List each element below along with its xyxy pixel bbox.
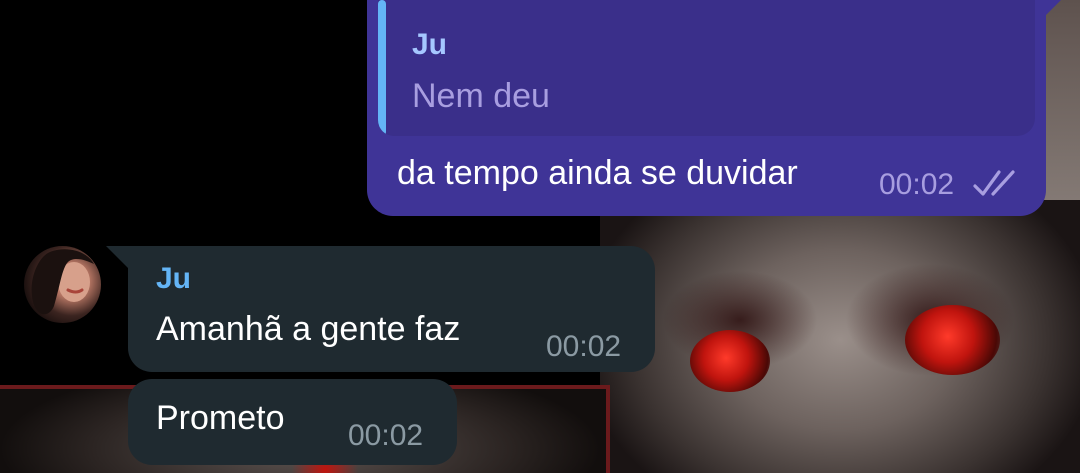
reply-quote[interactable]: Ju Nem deu <box>378 0 1035 136</box>
incoming-bubble-tail <box>106 246 128 268</box>
reply-sender-name: Ju <box>412 28 448 61</box>
incoming-sender-name[interactable]: Ju <box>156 262 191 296</box>
wallpaper-cat-face <box>600 200 1080 473</box>
incoming-message-bubble[interactable]: Prometo 00:02 <box>128 379 457 465</box>
reply-quote-bar <box>378 0 386 136</box>
incoming-message-time: 00:02 <box>348 419 424 452</box>
wallpaper-cat-eye-left <box>690 330 770 392</box>
avatar[interactable] <box>24 246 101 323</box>
incoming-message-time: 00:02 <box>546 330 622 363</box>
outgoing-message-text: da tempo ainda se duvidar <box>397 154 798 192</box>
avatar-portrait <box>31 249 94 315</box>
reply-quoted-text: Nem deu <box>412 77 550 115</box>
incoming-message-bubble[interactable]: Ju Amanhã a gente faz 00:02 <box>106 246 655 372</box>
outgoing-message-time: 00:02 <box>879 168 955 201</box>
double-check-icon <box>973 170 1015 196</box>
incoming-message-text: Amanhã a gente faz <box>156 310 461 348</box>
outgoing-message-bubble[interactable]: Ju Nem deu da tempo ainda se duvidar 00:… <box>367 0 1062 216</box>
wallpaper-cat-eye-right <box>905 305 1000 375</box>
outgoing-bubble-tail <box>1044 0 1062 17</box>
incoming-message-text: Prometo <box>156 399 285 437</box>
